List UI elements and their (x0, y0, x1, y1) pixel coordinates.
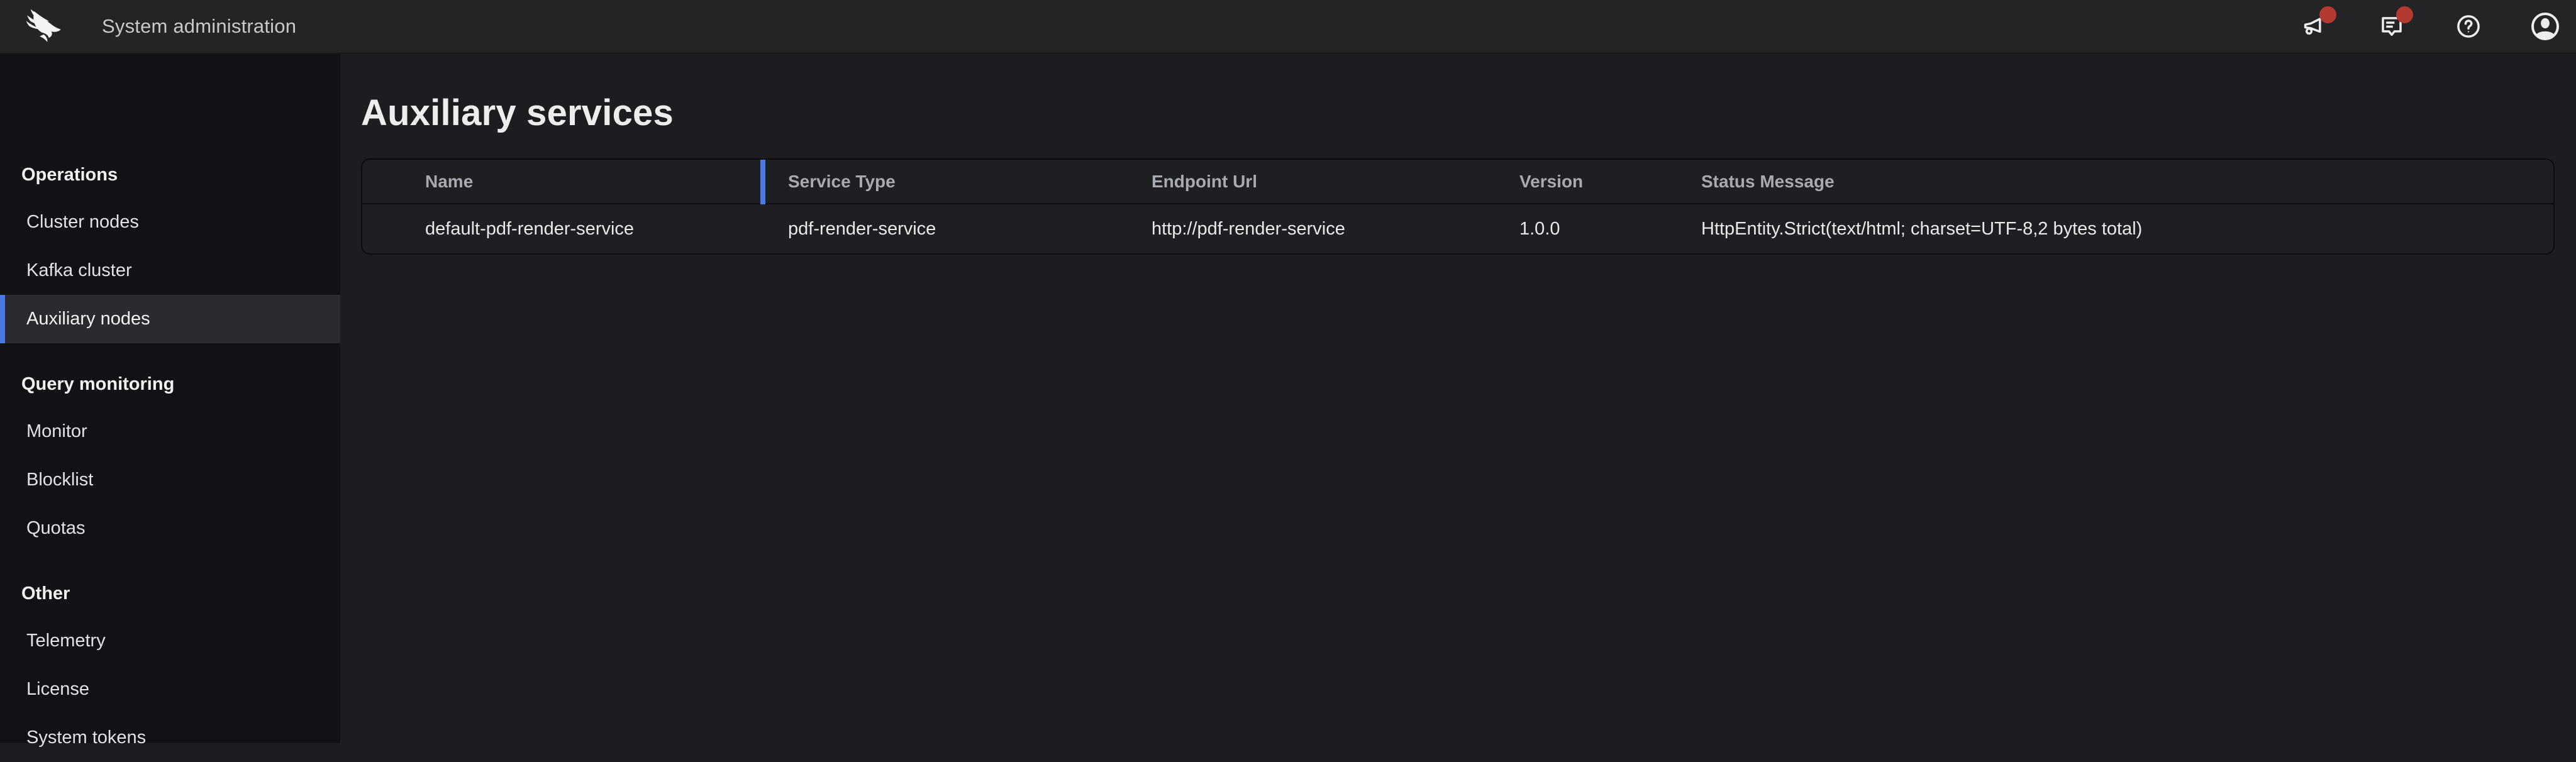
sidebar-item-license[interactable]: License (0, 665, 340, 714)
header-cell-status-message: Status Message (1676, 172, 2553, 192)
table-row[interactable]: default-pdf-render-service pdf-render-se… (362, 204, 2553, 253)
sidebar-item-system-tokens[interactable]: System tokens (0, 714, 340, 762)
main-content: Auxiliary services Name Service Type End… (340, 54, 2576, 743)
header-cell-endpoint-url: Endpoint Url (1126, 172, 1494, 192)
announcements-megaphone-icon[interactable] (2299, 11, 2331, 42)
topbar-actions (2299, 11, 2561, 42)
notification-badge (2319, 6, 2336, 23)
sidebar-section-header: Query monitoring (0, 373, 340, 395)
page-title: Auxiliary services (361, 94, 2555, 132)
question-mark-icon (2455, 13, 2482, 40)
header-cell-service-type: Service Type (763, 172, 1126, 192)
column-resize-handle[interactable] (760, 160, 765, 204)
cell-version: 1.0.0 (1494, 219, 1676, 240)
sidebar-item-telemetry[interactable]: Telemetry (0, 617, 340, 665)
sidebar-section-header: Operations (0, 164, 340, 185)
sidebar-section-header: Other (0, 583, 340, 604)
topbar: System administration (0, 0, 2576, 53)
sidebar-section-operations: Operations Cluster nodes Kafka cluster A… (0, 164, 340, 343)
help-icon[interactable] (2453, 11, 2484, 42)
user-avatar-icon (2529, 11, 2561, 42)
sidebar-item-auxiliary-nodes[interactable]: Auxiliary nodes (0, 295, 340, 343)
cell-name: default-pdf-render-service (400, 219, 763, 240)
cell-service-type: pdf-render-service (763, 219, 1126, 240)
sidebar-item-quotas[interactable]: Quotas (0, 504, 340, 553)
app-title: System administration (102, 15, 296, 38)
header-cell-version: Version (1494, 172, 1676, 192)
sidebar: Operations Cluster nodes Kafka cluster A… (0, 54, 340, 743)
table-header-row: Name Service Type Endpoint Url Version S… (362, 160, 2553, 204)
sidebar-item-cluster-nodes[interactable]: Cluster nodes (0, 198, 340, 246)
cell-endpoint-url: http://pdf-render-service (1126, 219, 1494, 240)
feedback-chat-icon[interactable] (2376, 11, 2407, 42)
cell-status-message: HttpEntity.Strict(text/html; charset=UTF… (1676, 219, 2553, 240)
header-cell-name: Name (400, 172, 763, 192)
cell-status (362, 219, 400, 240)
auxiliary-services-table: Name Service Type Endpoint Url Version S… (361, 158, 2555, 255)
sidebar-item-kafka-cluster[interactable]: Kafka cluster (0, 246, 340, 295)
notification-badge (2396, 6, 2413, 23)
account-avatar-icon[interactable] (2529, 11, 2561, 42)
falcon-logo-icon (18, 6, 63, 47)
sidebar-item-monitor[interactable]: Monitor (0, 407, 340, 456)
sidebar-section-query-monitoring: Query monitoring Monitor Blocklist Quota… (0, 373, 340, 553)
sidebar-section-other: Other Telemetry License System tokens (0, 583, 340, 762)
sidebar-item-blocklist[interactable]: Blocklist (0, 456, 340, 504)
